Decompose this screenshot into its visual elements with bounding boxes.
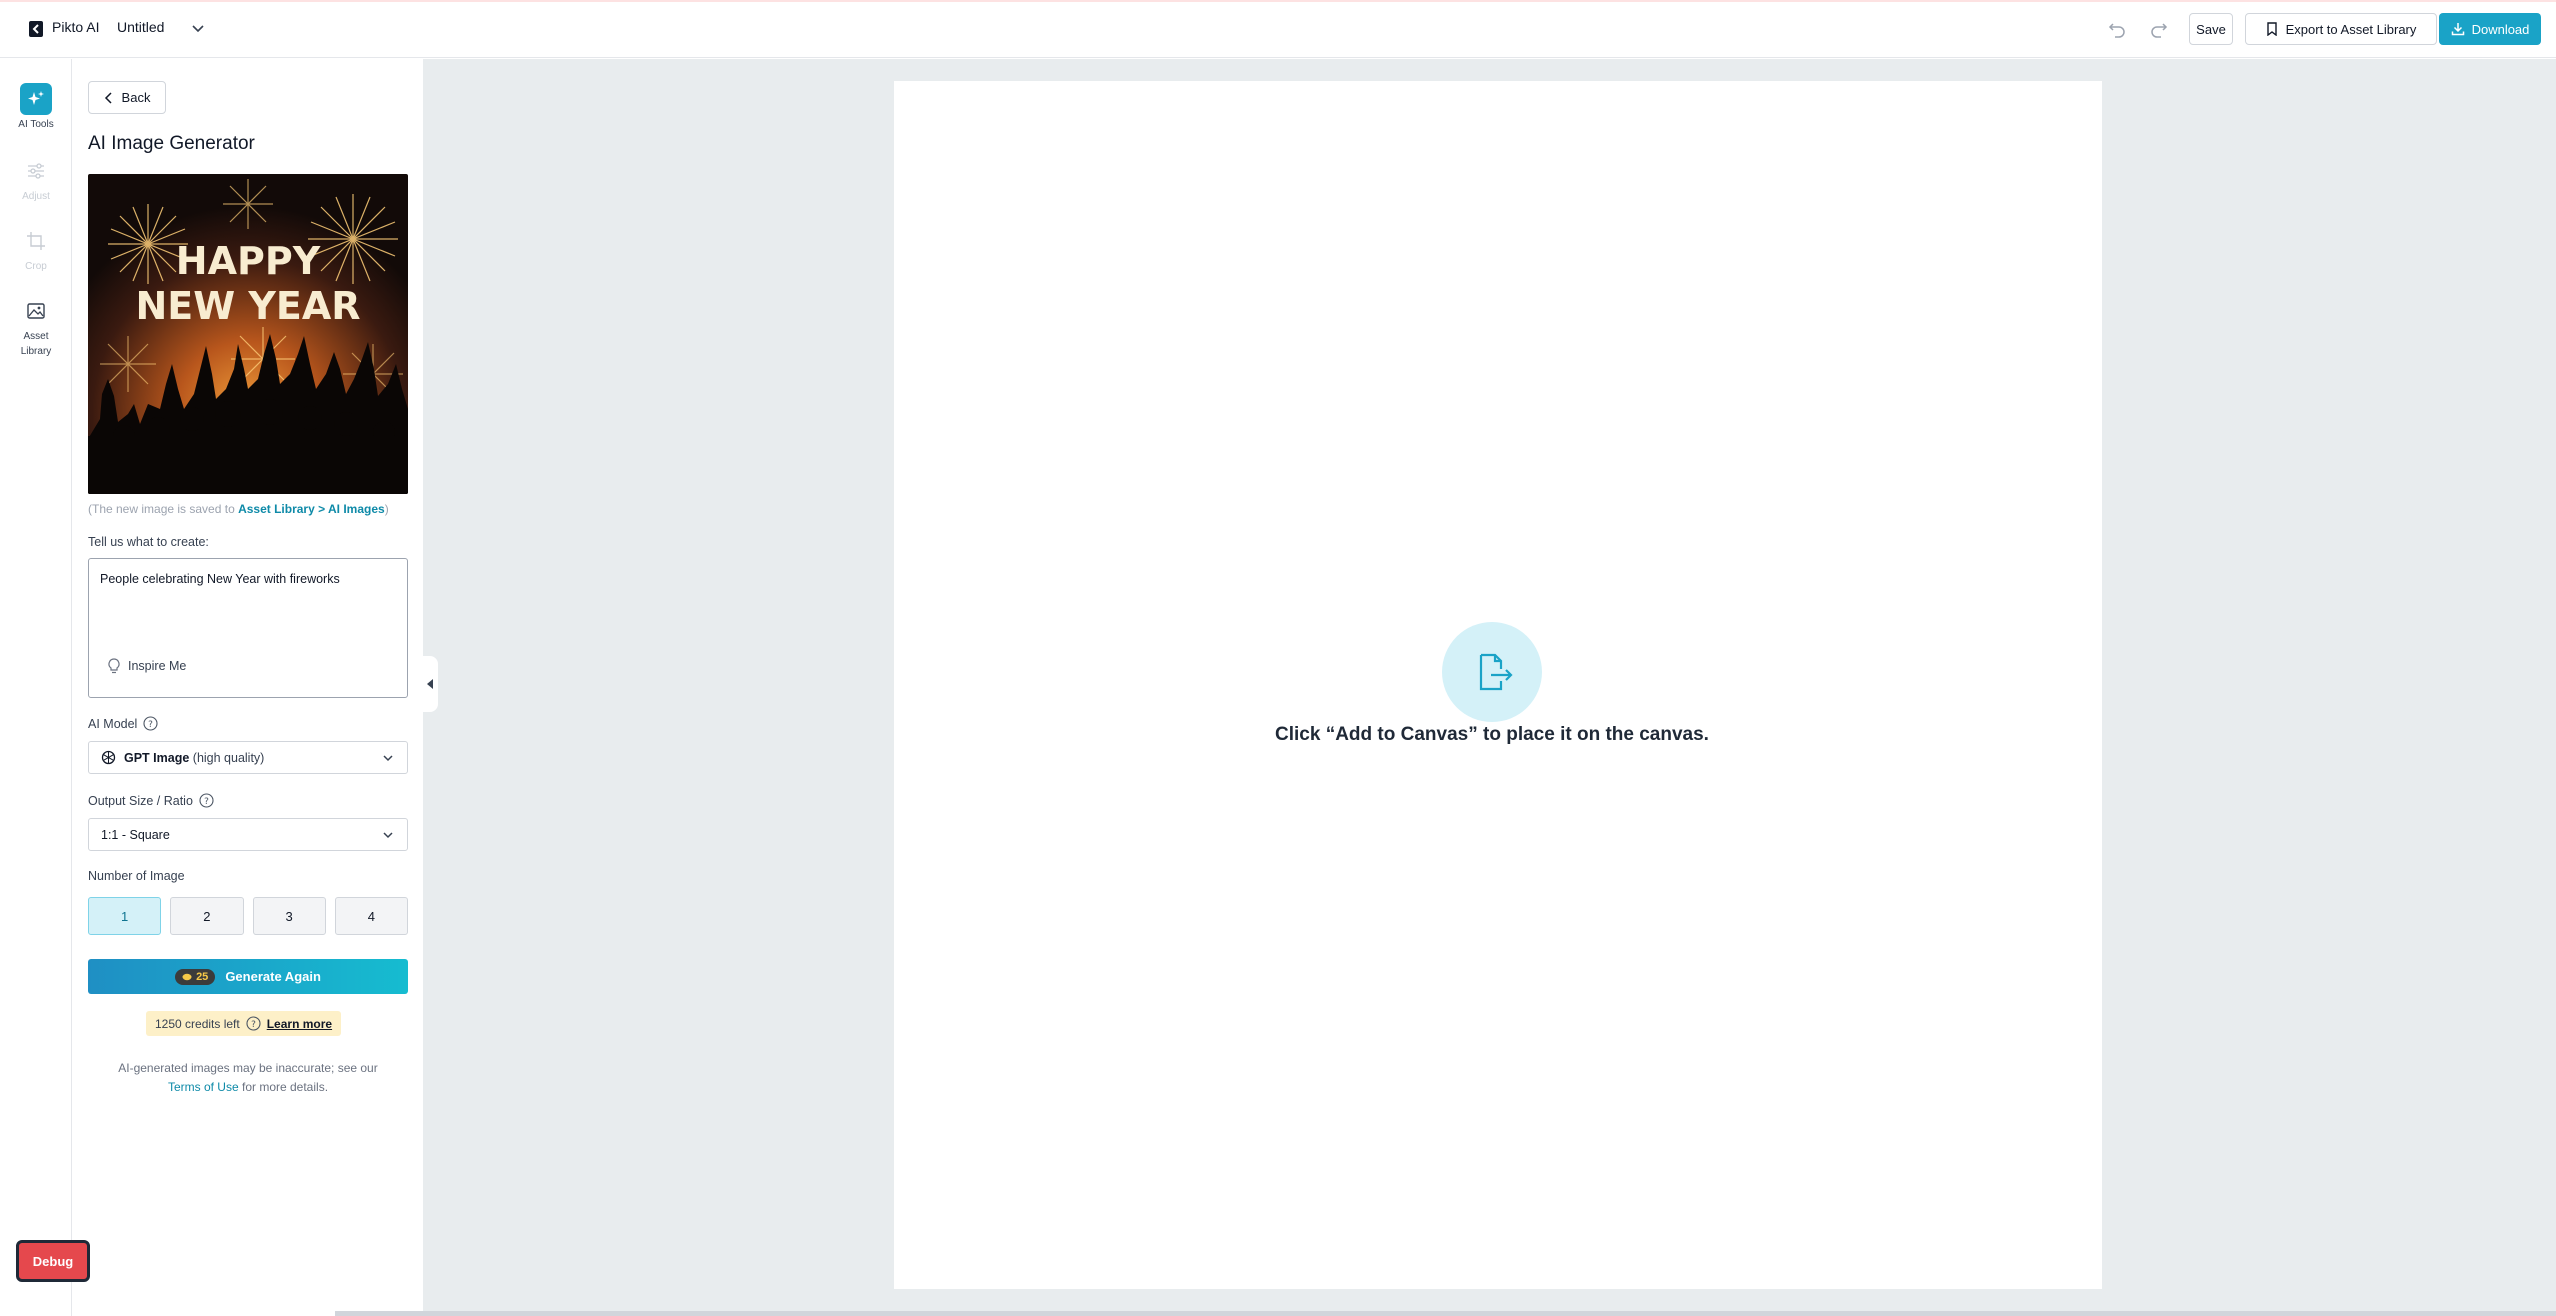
number-option-1[interactable]: 1 — [88, 897, 162, 935]
generated-image[interactable]: HAPPY NEW YEAR — [88, 174, 408, 494]
svg-text:?: ? — [251, 1020, 256, 1030]
rail-label: Crop — [25, 261, 47, 272]
saved-note-suffix: ) — [384, 502, 389, 516]
number-option-4[interactable]: 4 — [334, 897, 408, 935]
save-label: Save — [2196, 21, 2226, 37]
terms-of-use-link[interactable]: Terms of Use — [168, 1080, 239, 1094]
top-bar: Pikto AI Untitled Save Export to Asset L… — [0, 0, 2556, 58]
rail-item-asset-library[interactable]: Asset Library — [0, 295, 72, 359]
sparkle-icon — [20, 83, 52, 115]
svg-text:?: ? — [204, 797, 209, 807]
generate-again-button[interactable]: 25 Generate Again — [88, 959, 408, 994]
bookmark-icon — [2266, 22, 2277, 36]
inspire-me-button[interactable]: Inspire Me — [108, 658, 186, 674]
document-title[interactable]: Untitled — [117, 19, 164, 35]
output-size-value: 1:1 - Square — [101, 827, 170, 842]
download-label: Download — [2471, 21, 2530, 37]
tool-rail: AI Tools Adjust Crop Asset Library — [0, 59, 72, 1316]
panel-title: AI Image Generator — [88, 133, 255, 154]
lightbulb-icon — [108, 658, 120, 674]
number-option-3[interactable]: 3 — [252, 897, 326, 935]
saved-note-prefix: (The new image is saved to — [88, 502, 239, 516]
help-icon[interactable]: ? — [143, 716, 158, 731]
coin-icon — [182, 973, 192, 980]
credits-left: 1250 credits left — [155, 1016, 240, 1031]
sliders-icon — [20, 155, 52, 187]
learn-more-link[interactable]: Learn more — [267, 1017, 332, 1031]
number-of-image-label: Number of Image — [88, 869, 185, 883]
export-to-asset-library-button[interactable]: Export to Asset Library — [2245, 13, 2437, 45]
generate-label: Generate Again — [225, 969, 321, 984]
prompt-label: Tell us what to create: — [88, 535, 209, 549]
output-size-label-row: Output Size / Ratio ? — [88, 793, 214, 808]
prompt-textarea[interactable]: People celebrating New Year with firewor… — [88, 558, 408, 698]
credit-cost-badge: 25 — [175, 968, 216, 985]
chevron-down-icon[interactable] — [190, 20, 206, 36]
debug-button[interactable]: Debug — [16, 1240, 90, 1282]
image-headline-2: NEW YEAR — [135, 284, 360, 328]
crop-icon — [20, 225, 52, 257]
rail-label: Adjust — [22, 191, 50, 202]
rail-label: AI Tools — [18, 119, 54, 130]
download-button[interactable]: Download — [2439, 13, 2541, 45]
rail-label: Asset Library — [20, 331, 52, 357]
add-to-canvas-icon — [1442, 622, 1542, 722]
disclaimer-line-2: for more details. — [238, 1080, 329, 1094]
asset-library-link[interactable]: Asset Library > AI Images — [238, 502, 385, 516]
number-option-2[interactable]: 2 — [170, 897, 244, 935]
help-icon[interactable]: ? — [199, 793, 214, 808]
chevron-left-icon — [104, 91, 112, 104]
undo-icon[interactable] — [2106, 18, 2128, 40]
ai-model-value: GPT Image — [124, 750, 190, 765]
ai-model-quality: (high quality) — [192, 750, 265, 765]
number-of-image-selector: 1 2 3 4 — [88, 897, 408, 935]
chevron-down-icon — [383, 832, 393, 839]
svg-text:?: ? — [148, 720, 153, 730]
back-button[interactable]: Back — [88, 81, 166, 114]
bottom-scrollbar[interactable] — [335, 1311, 2556, 1316]
rail-item-ai-tools[interactable]: AI Tools — [0, 83, 72, 132]
rail-item-adjust[interactable]: Adjust — [0, 155, 72, 204]
redo-icon[interactable] — [2148, 18, 2170, 40]
saved-note: (The new image is saved to Asset Library… — [88, 502, 389, 516]
app-name[interactable]: Pikto AI — [52, 19, 99, 35]
output-size-select[interactable]: 1:1 - Square — [88, 818, 408, 851]
download-icon — [2451, 23, 2464, 36]
credits-banner: 1250 credits left ? Learn more — [146, 1011, 342, 1036]
rail-item-crop[interactable]: Crop — [0, 225, 72, 274]
chevron-down-icon — [383, 755, 393, 762]
image-headline-1: HAPPY — [176, 239, 321, 283]
export-label: Export to Asset Library — [2285, 21, 2417, 37]
save-button[interactable]: Save — [2189, 13, 2233, 45]
credit-cost: 25 — [196, 970, 209, 983]
prompt-value: People celebrating New Year with firewor… — [100, 572, 340, 586]
output-size-label: Output Size / Ratio — [88, 793, 193, 808]
collapse-panel-button[interactable] — [422, 656, 438, 712]
disclaimer-line-1: AI-generated images may be inaccurate; s… — [118, 1061, 378, 1075]
image-icon — [20, 295, 52, 327]
ai-disclaimer: AI-generated images may be inaccurate; s… — [88, 1059, 408, 1097]
openai-logo-icon — [101, 750, 116, 765]
top-accent-line — [0, 0, 2556, 2]
help-icon[interactable]: ? — [246, 1016, 261, 1031]
caret-left-icon — [427, 679, 433, 689]
inspire-label: Inspire Me — [128, 659, 187, 673]
ai-model-select[interactable]: GPT Image (high quality) — [88, 741, 408, 774]
canvas-hint: Click “Add to Canvas” to place it on the… — [1275, 724, 1709, 745]
back-to-app-icon[interactable] — [28, 20, 44, 38]
ai-model-label-row: AI Model ? — [88, 716, 158, 731]
ai-model-label: AI Model — [88, 716, 138, 731]
back-label: Back — [121, 90, 151, 105]
ai-image-generator-panel: Back AI Image Generator HAPPY NEW YEAR (… — [73, 59, 423, 1316]
